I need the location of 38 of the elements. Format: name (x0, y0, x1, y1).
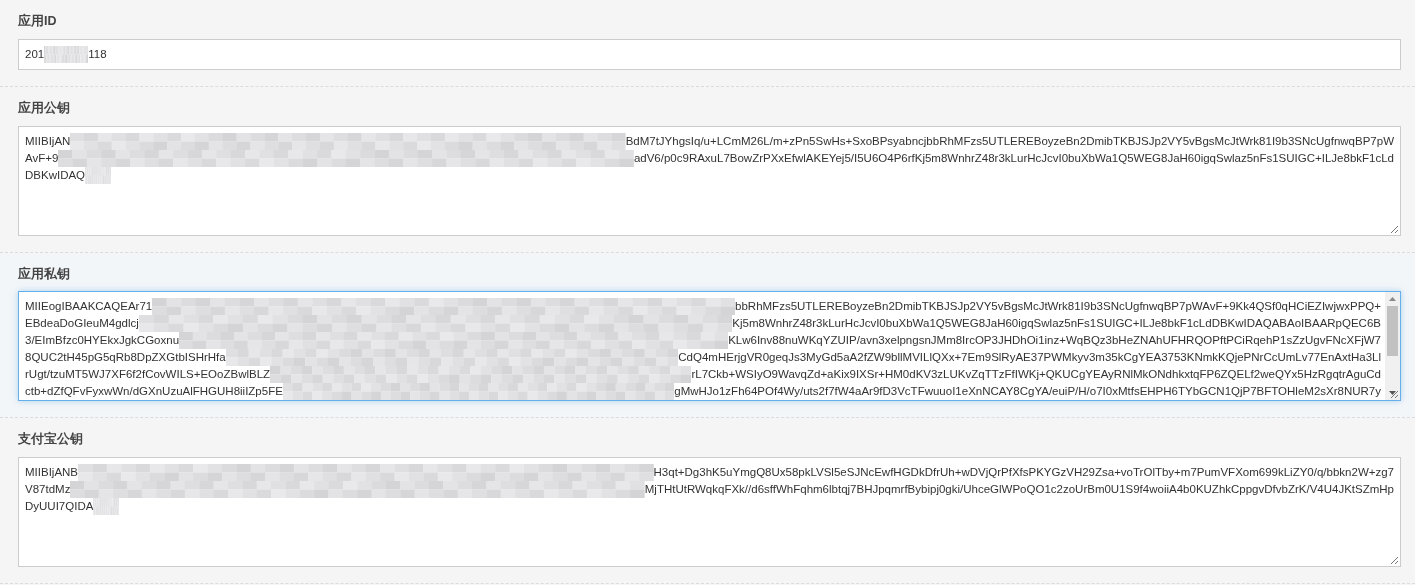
key-text: CdQ4mHErjgVR0geqJs3MyGd5aA2fZW9bllMVILlQXx+7Em9SlRyAE37PWMkyv3m35kCgYEA3753KNmkKQjePNrCcUmLv77EnAxtHa3Ll (678, 350, 1381, 366)
key-text: DyUUI7QIDA (25, 499, 94, 514)
resize-handle-icon[interactable] (1390, 556, 1399, 565)
key-text: adV6/p0c9RAxuL7BowZrPXxEfwlAKEYej5/I5U6O4P6rfKj5m8WnhrZ48r3kLurHcJcvI0buXbWa1Q5WEG8JaH60igqSwlaz5nFs1SUIGC+ILJe8bkF1cLd (633, 150, 1394, 166)
key-text: MjTHtUtRWqkqFXk//d6sffWhFqhm6lbtqj7BHJpqmrfBybipj0gki/UhceGlWPoQO1c2zoUrBm0U1S9f4woiiA4b0KUZhkCppgvDfvbZrK/V4U4JKtSZmHp (644, 482, 1394, 497)
resize-handle-icon[interactable] (1390, 390, 1399, 400)
key-text: ctb+dZfQFvFyxwWn/dGXnUzuAlFHGUH8iiIZp5FE (25, 384, 283, 400)
key-text: DBKwIDAQ (25, 167, 86, 183)
key-text: bbRhMFzs5UTLEREBoyzeBn2DmibTKBJSJp2VY5vBgsMcJtWrk81I9b3SNcUgfnwqBP7pWAvF+9Kk4QSf0qHCiEZIwjwxPPQ+ (735, 299, 1381, 315)
key-text: BdM7tJYhgsIq/u+LCmM26L/m+zPn5SwHs+SxoBPsyabncjbbRhMFzs5UTLEREBoyzeBn2DmibTKBJSJp2VY5vBgsMcJtWrk81I9b3SNcUgfnwqBP7pW (625, 133, 1394, 149)
key-text: 3/EImBfzc0HYEkxJgkCGoxnu (25, 333, 180, 349)
resize-handle-icon[interactable] (1390, 224, 1399, 234)
key-text: gMwHJo1zFh64POf4Wy/uts2f7fW4aAr9fD3VcTFwuuoI1eXnNCAY8CgYA/euiP/H/o7I0xMtfsEHPH6TYbGCN1QjP7BFTOHleM2sXr8NUR7y (674, 384, 1381, 400)
key-text: AvF+9 (25, 150, 59, 166)
field-label: 支付宝公钥 (18, 430, 84, 449)
field-label: 应用ID (18, 12, 58, 30)
key-text: KLw6Inv88nuWKqYZUIP/avn3xelpngsnJMm8IrcOP3JHDhOi1inz+WqBQz3bHeZNAhUFHRQOPftPCiRqehP1sZzUgvFNcXFjW7 (728, 333, 1381, 349)
pixelated-redaction (44, 45, 89, 63)
field-label: 应用公钥 (18, 99, 71, 117)
key-text: MIIBIjAN (25, 133, 71, 149)
key-text: 118 (88, 46, 107, 62)
key-text: MIIBIjANB (25, 465, 79, 480)
key-text: H3qt+Dg3hK5uYmgQ8Ux58pkLVSl5eSJNcEwfHGDkDfrUh+wDVjQrPfXfsPKYGzVH29Zsa+voTrOlTby+m7PumVFXom699kLiZY0/q/bbkn2W+zg7 (653, 465, 1394, 480)
textarea-field[interactable] (18, 125, 1401, 236)
textarea-field[interactable] (18, 291, 1401, 402)
field-label: 应用私钥 (18, 265, 71, 283)
key-text: 201 (25, 46, 45, 62)
key-text: V87tdMz (25, 482, 71, 497)
key-text: rL7Ckb+WSIyO9WavqZd+aKix9IXSr+HM0dKV3zLUKvZqTTzFfIWKj+QKUCgYEAyRNlMkONdhkxtqFP6ZQELf2weQYx5HzRgqtrAguCd (691, 367, 1381, 383)
input-field[interactable]: 201 118 (18, 38, 1401, 70)
key-text: 8QUC2tH45pG5qRb8DpZXGtbISHrHfa (25, 350, 226, 366)
scrollbar[interactable] (1385, 292, 1400, 401)
key-text: MIIEogIBAAKCAQEAr71 (25, 299, 153, 315)
key-text: EBdeaDoGIeuM4gdlcj (25, 316, 139, 332)
textarea-field[interactable] (18, 457, 1401, 567)
key-text: Kj5m8WnhrZ48r3kLurHcJcvI0buXbWa1Q5WEG8JaH60igqSwlaz5nFs1SUIGC+ILJe8bkF1cLdDBKwIDAQABAoIBAARpQEC6B (732, 316, 1381, 332)
scrollbar-thumb[interactable] (1387, 306, 1398, 357)
key-text: rUgt/tzuMT5WJ7XF6f2fCovWILS+EOoZBwlBLZ (25, 367, 271, 383)
